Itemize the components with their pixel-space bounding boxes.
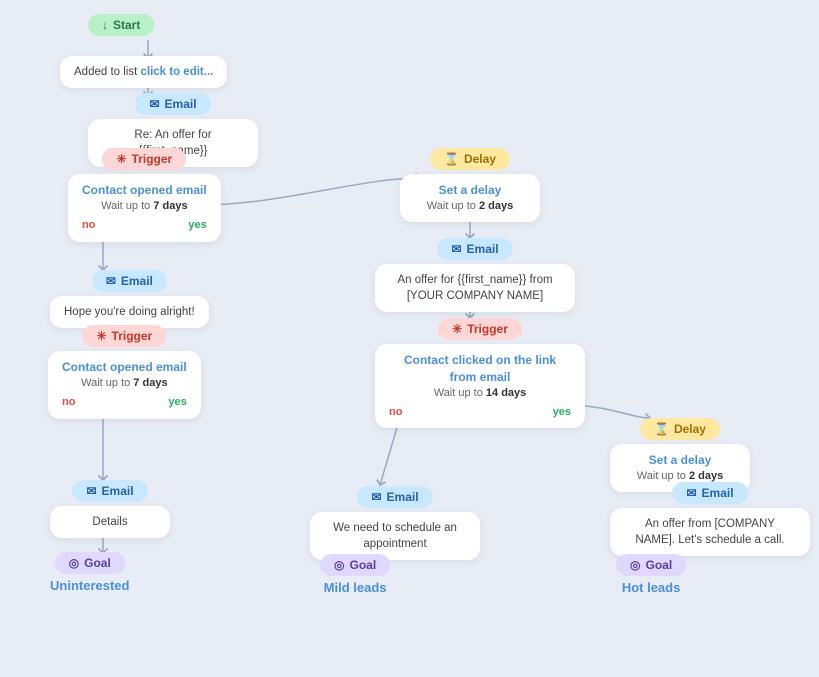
email2-pill[interactable]: ✉ Email — [92, 270, 167, 292]
goal2-pill[interactable]: ◎ Goal — [320, 554, 390, 576]
email3-pill[interactable]: ✉ Email — [72, 480, 147, 502]
email3-card[interactable]: Details — [50, 506, 170, 538]
trigger1-yes: yes — [188, 218, 206, 233]
email1-icon: ✉ — [149, 97, 159, 111]
email1-pill[interactable]: ✉ Email — [135, 93, 210, 115]
trigger1-pill[interactable]: ✳ Trigger — [102, 148, 186, 170]
delay1-pill[interactable]: ⌛ Delay — [430, 148, 510, 170]
trigger3-card[interactable]: Contact clicked on the link from email W… — [375, 344, 585, 428]
email6-text: An offer from [COMPANY NAME]. Let's sche… — [635, 518, 784, 546]
trigger3-wait: Wait up to 14 days — [389, 386, 571, 401]
goal1-label-pill: Goal — [84, 556, 111, 570]
trigger2-yes: yes — [168, 395, 186, 410]
email2-node: ✉ Email Hope you're doing alright! — [50, 270, 209, 328]
added-to-list-text: Added to list click to edit... — [74, 66, 213, 78]
delay2-label: Delay — [674, 422, 706, 436]
trigger1-no: no — [82, 218, 95, 233]
trigger1-card[interactable]: Contact opened email Wait up to 7 days n… — [68, 174, 221, 242]
email3-icon: ✉ — [86, 484, 96, 498]
email6-pill[interactable]: ✉ Email — [672, 482, 747, 504]
delay2-link: Set a delay — [624, 452, 736, 469]
delay1-icon: ⌛ — [444, 152, 459, 166]
email3-text: Details — [92, 516, 127, 528]
trigger1-link: Contact opened email — [82, 182, 207, 199]
email6-card[interactable]: An offer from [COMPANY NAME]. Let's sche… — [610, 508, 810, 556]
goal2-node: ◎ Goal Mild leads — [320, 554, 390, 595]
email3-node: ✉ Email Details — [50, 480, 170, 538]
added-to-list-node: Added to list click to edit... — [60, 56, 227, 88]
email4-node: ✉ Email An offer for {{first_name}} from… — [375, 238, 575, 312]
delay2-icon: ⌛ — [654, 422, 669, 436]
email5-text: We need to schedule an appointment — [333, 522, 457, 550]
trigger2-card[interactable]: Contact opened email Wait up to 7 days n… — [48, 351, 201, 419]
goal1-text: Uninterested — [50, 578, 129, 593]
trigger1-wait: Wait up to 7 days — [82, 199, 207, 214]
email4-card[interactable]: An offer for {{first_name}} from [YOUR C… — [375, 264, 575, 312]
start-label: Start — [113, 18, 140, 32]
trigger1-yn: no yes — [82, 218, 207, 233]
email6-label: Email — [702, 486, 734, 500]
email2-card[interactable]: Hope you're doing alright! — [50, 296, 209, 328]
trigger2-node: ✳ Trigger Contact opened email Wait up t… — [48, 325, 201, 419]
goal3-icon: ◎ — [630, 558, 640, 572]
email4-pill[interactable]: ✉ Email — [437, 238, 512, 260]
email5-card[interactable]: We need to schedule an appointment — [310, 512, 480, 560]
trigger3-node: ✳ Trigger Contact clicked on the link fr… — [375, 318, 585, 428]
trigger2-yn: no yes — [62, 395, 187, 410]
goal2-text: Mild leads — [324, 580, 387, 595]
trigger3-pill[interactable]: ✳ Trigger — [438, 318, 522, 340]
goal3-pill[interactable]: ◎ Goal — [616, 554, 686, 576]
trigger1-node: ✳ Trigger Contact opened email Wait up t… — [68, 148, 221, 242]
email2-label: Email — [121, 274, 153, 288]
goal3-text: Hot leads — [622, 580, 681, 595]
email6-node: ✉ Email An offer from [COMPANY NAME]. Le… — [610, 482, 810, 556]
email3-label: Email — [102, 484, 134, 498]
trigger3-yes: yes — [553, 405, 571, 420]
goal1-pill[interactable]: ◎ Goal — [55, 552, 125, 574]
trigger2-icon: ✳ — [96, 329, 106, 343]
delay1-card[interactable]: Set a delay Wait up to 2 days — [400, 174, 540, 222]
trigger3-yn: no yes — [389, 405, 571, 420]
email6-icon: ✉ — [686, 486, 696, 500]
email2-icon: ✉ — [106, 274, 116, 288]
trigger2-wait: Wait up to 7 days — [62, 376, 187, 391]
email5-node: ✉ Email We need to schedule an appointme… — [310, 486, 480, 560]
trigger2-link: Contact opened email — [62, 359, 187, 376]
email1-label: Email — [165, 97, 197, 111]
goal3-label-pill: Goal — [645, 558, 672, 572]
start-icon: ↓ — [102, 18, 108, 32]
goal1-node: ◎ Goal Uninterested — [50, 552, 129, 593]
trigger2-pill[interactable]: ✳ Trigger — [82, 325, 166, 347]
goal2-label-pill: Goal — [349, 558, 376, 572]
added-to-list-card[interactable]: Added to list click to edit... — [60, 56, 227, 88]
email4-label: Email — [467, 242, 499, 256]
email4-text: An offer for {{first_name}} from [YOUR C… — [397, 274, 552, 302]
delay1-label: Delay — [464, 152, 496, 166]
delay1-node: ⌛ Delay Set a delay Wait up to 2 days — [400, 148, 540, 222]
email5-pill[interactable]: ✉ Email — [357, 486, 432, 508]
trigger3-label: Trigger — [467, 322, 508, 336]
delay1-link: Set a delay — [414, 182, 526, 199]
trigger1-icon: ✳ — [116, 152, 126, 166]
start-pill[interactable]: ↓ Start — [88, 14, 154, 36]
email2-text: Hope you're doing alright! — [64, 306, 195, 318]
delay1-wait: Wait up to 2 days — [414, 199, 526, 214]
trigger3-icon: ✳ — [452, 322, 462, 336]
email5-label: Email — [387, 490, 419, 504]
goal1-icon: ◎ — [69, 556, 79, 570]
email4-icon: ✉ — [451, 242, 461, 256]
trigger3-no: no — [389, 405, 402, 420]
email5-icon: ✉ — [371, 490, 381, 504]
goal2-icon: ◎ — [334, 558, 344, 572]
trigger1-label: Trigger — [132, 152, 173, 166]
goal3-node: ◎ Goal Hot leads — [616, 554, 686, 595]
delay2-pill[interactable]: ⌛ Delay — [640, 418, 720, 440]
trigger3-link: Contact clicked on the link from email — [389, 352, 571, 386]
trigger2-label: Trigger — [112, 329, 153, 343]
trigger2-no: no — [62, 395, 75, 410]
start-node[interactable]: ↓ Start — [88, 14, 154, 36]
